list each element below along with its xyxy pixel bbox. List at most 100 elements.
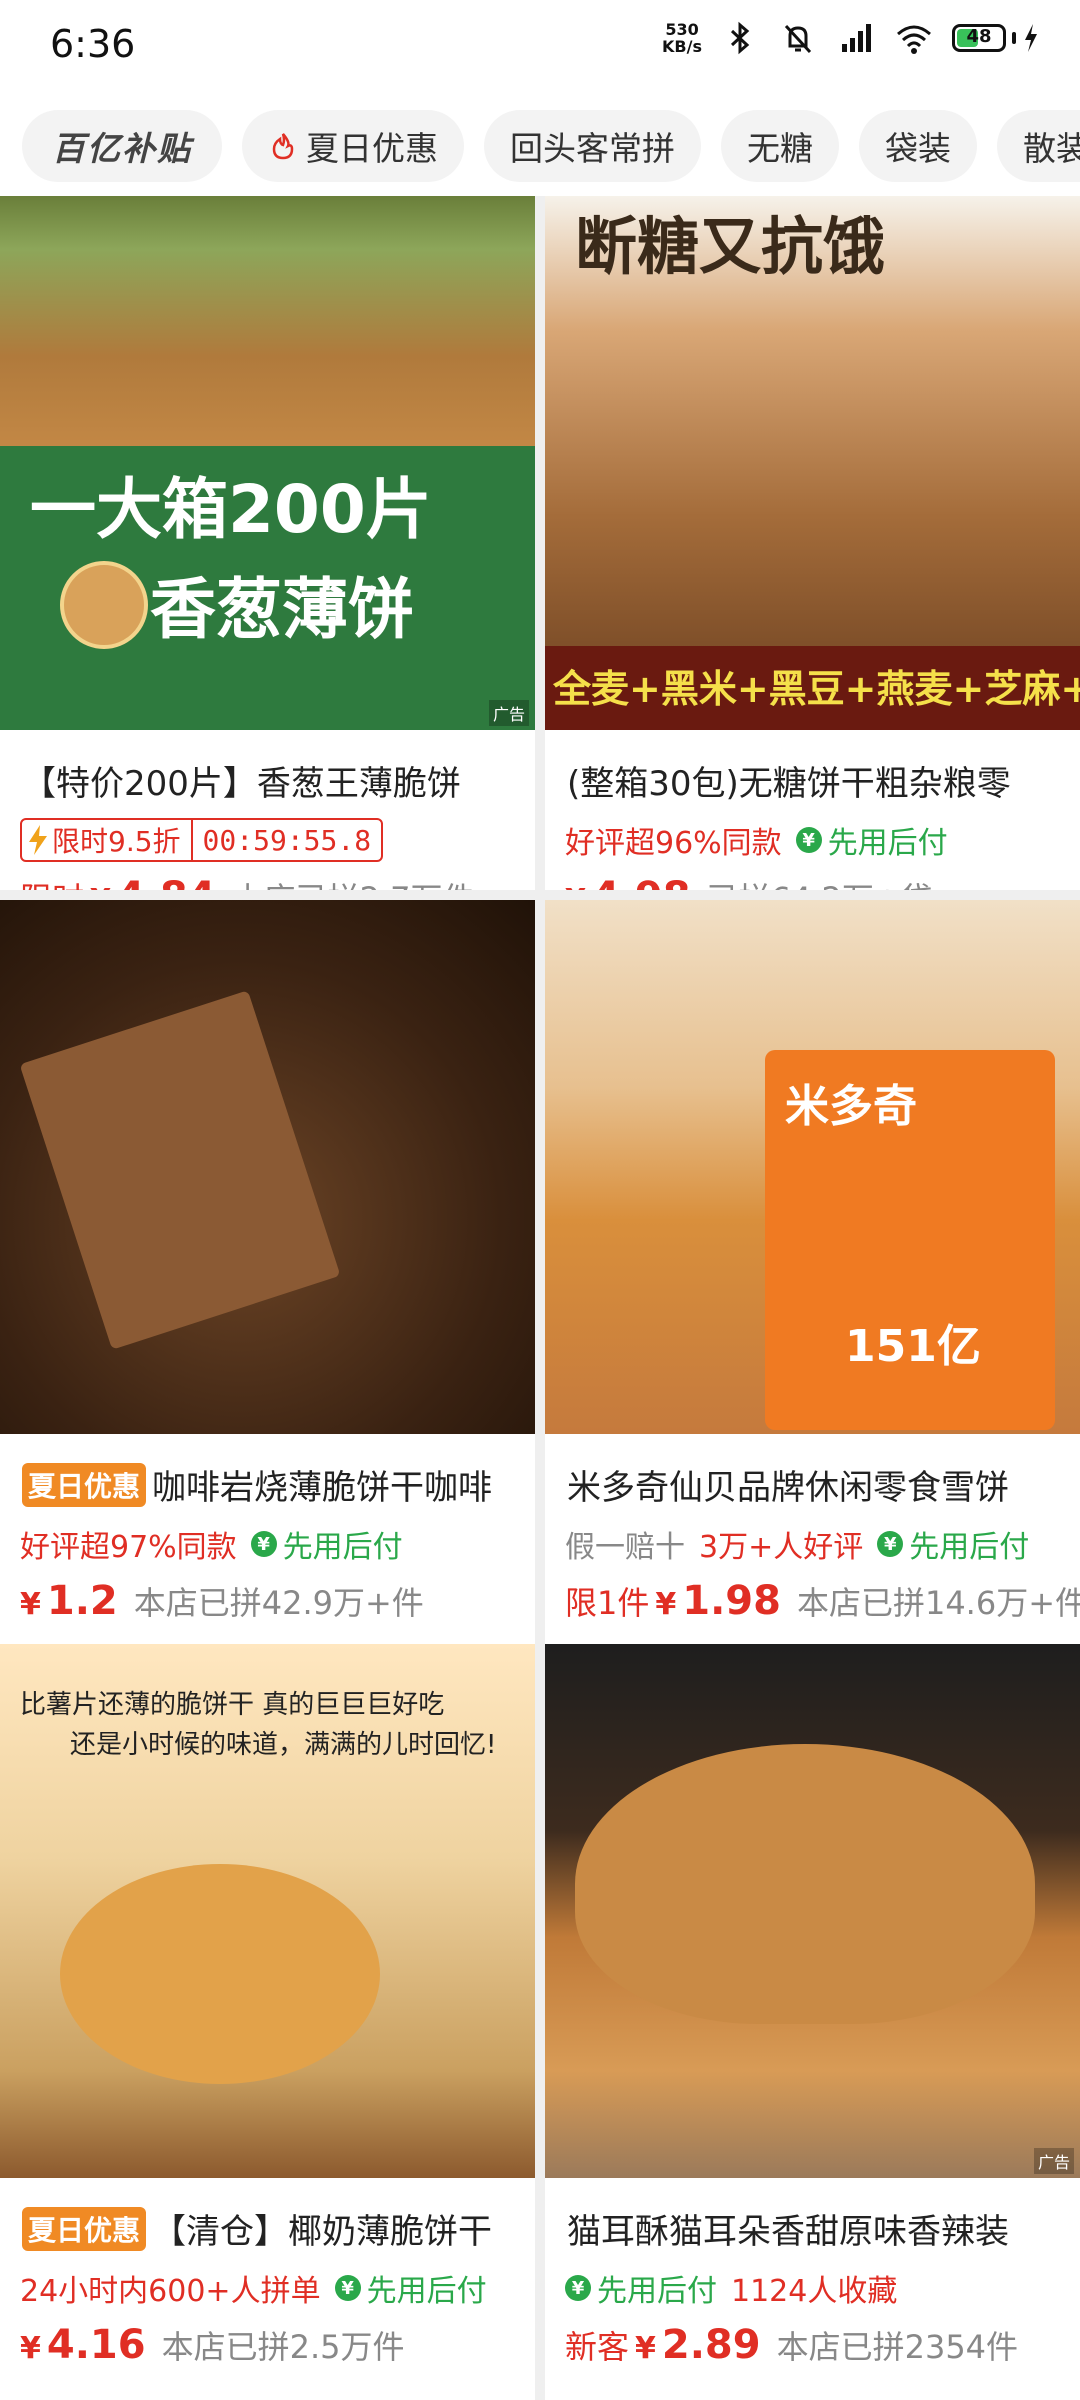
status-icons: 530 KB/s 48 — [662, 18, 1040, 58]
price-value: 4.16 — [46, 2322, 146, 2368]
signal-icon — [842, 24, 871, 52]
product-badges: ¥ 先用后付 1124人收藏 — [565, 2266, 1070, 2310]
status-time: 6:36 — [50, 22, 136, 66]
product-price-row: ¥ 4.16 本店已拼2.5万件 — [20, 2322, 525, 2368]
category-chips: 百亿补贴 夏日优惠 回头客常拼 无糖 袋装 散装 普 — [0, 100, 1080, 192]
price-prefix: 限1件 — [565, 1584, 650, 1622]
chip-label: 袋装 — [885, 129, 951, 168]
product-image: 广告 — [545, 1644, 1080, 2178]
product-price-row: ¥ 4.98 已拼64.2万+袋 — [565, 874, 1070, 890]
flash-sale-label: 限时9.5折 — [22, 820, 193, 860]
pay-later-icon: ¥ — [795, 827, 822, 853]
flash-sale-text: 限时9.5折 — [52, 825, 181, 858]
product-card[interactable]: 广告 猫耳酥猫耳朵香甜原味香辣装 ¥ 先用后付 1124人收藏 新客 ¥ 2.8… — [545, 1644, 1080, 2400]
network-speed-unit: KB/s — [662, 37, 702, 56]
product-badges: 好评超96%同款 ¥ 先用后付 — [565, 818, 1070, 862]
sold-count: 本店已拼42.9万+件 — [133, 1584, 424, 1622]
image-text: 一大箱200片 — [30, 471, 432, 548]
pay-later-badge: ¥ 先用后付 — [565, 2266, 717, 2310]
review-badge: 好评超96%同款 — [565, 826, 782, 861]
product-badges: 好评超97%同款 ¥ 先用后付 — [20, 1522, 525, 1566]
guarantee-badge: 假一赔十 — [565, 1530, 685, 1565]
pay-later-text: 先用后付 — [597, 2274, 717, 2309]
product-card[interactable]: 一大箱200片 香葱薄饼 广告 【特价200片】香葱王薄脆饼 限时9.5折 00… — [0, 196, 535, 890]
review-badge: 好评超97%同款 — [20, 1530, 237, 1565]
price-prefix: 限时 — [20, 874, 84, 890]
pay-later-icon: ¥ — [250, 1531, 277, 1557]
chip-summer-deals[interactable]: 夏日优惠 — [242, 110, 464, 182]
product-title-text: 【清仓】椰奶薄脆饼干 — [152, 2212, 493, 2252]
favorites-count: 1124人收藏 — [731, 2274, 898, 2309]
price-value: 2.89 — [661, 2322, 761, 2368]
image-text: 还是小时候的味道，满满的儿时回忆! — [70, 1730, 497, 1760]
flame-icon — [272, 133, 294, 160]
chip-sugar-free[interactable]: 无糖 — [721, 110, 839, 182]
network-speed-value: 530 — [665, 20, 699, 39]
product-image — [0, 900, 535, 1434]
sold-count: 本店已拼2.5万件 — [161, 2328, 405, 2366]
chip-label: 无糖 — [747, 129, 813, 168]
product-title: 夏日优惠 【清仓】椰奶薄脆饼干 — [22, 2204, 521, 2253]
pay-later-icon: ¥ — [877, 1531, 904, 1557]
chip-bagged[interactable]: 袋装 — [859, 110, 977, 182]
countdown-timer: 00:59:55.8 — [202, 823, 372, 857]
chip-bulk[interactable]: 散装 — [997, 110, 1080, 182]
pay-later-text: 先用后付 — [909, 1530, 1030, 1565]
bluetooth-icon — [730, 21, 750, 55]
ad-label: 广告 — [488, 700, 529, 726]
price-symbol: ¥ — [90, 883, 111, 890]
product-grid: 一大箱200片 香葱薄饼 广告 【特价200片】香葱王薄脆饼 限时9.5折 00… — [0, 196, 1080, 2400]
product-card[interactable]: 断糖又抗饿 全麦+黑米+黑豆+燕麦+芝麻+膳食纤维 (整箱30包)无糖饼干粗杂粮… — [545, 196, 1080, 890]
snack-pile-illustration — [575, 1744, 1035, 2024]
image-text: 香葱薄饼 — [150, 571, 414, 648]
wifi-icon — [897, 25, 931, 54]
battery-percent: 48 — [966, 26, 992, 47]
review-badge: 3万+人好评 — [699, 1530, 864, 1565]
product-badges: 24小时内600+人拼单 ¥ 先用后付 — [20, 2266, 525, 2310]
sold-count: 已拼64.2万+袋 — [707, 874, 933, 890]
price-symbol: ¥ — [655, 1587, 677, 1622]
product-image: 米多奇 151亿 — [545, 900, 1080, 1434]
price-prefix: 新客 — [565, 2328, 630, 2366]
price-symbol: ¥ — [20, 2331, 41, 2366]
price-value: 1.98 — [682, 1578, 781, 1624]
product-price-row: 新客 ¥ 2.89 本店已拼2354件 — [565, 2322, 1070, 2368]
price-symbol: ¥ — [20, 1587, 41, 1622]
pay-later-badge: ¥ 先用后付 — [795, 818, 948, 862]
image-text: 151亿 — [845, 1321, 981, 1372]
status-bar: 6:36 530 KB/s 48 — [0, 0, 1080, 96]
chip-label: 夏日优惠 — [306, 129, 438, 168]
ad-label: 广告 — [1033, 2148, 1074, 2174]
battery-indicator: 48 — [952, 22, 1040, 54]
price-symbol: ¥ — [565, 883, 586, 890]
pay-later-text: 先用后付 — [366, 2274, 487, 2309]
product-price-row: 限时 ¥ 4.84 本店已拼2.7万件 — [20, 874, 525, 890]
product-price-row: ¥ 1.2 本店已拼42.9万+件 — [20, 1578, 525, 1624]
pay-later-icon: ¥ — [565, 2275, 591, 2301]
chip-label: 散装 — [1023, 129, 1080, 168]
product-title-text: 咖啡岩烧薄脆饼干咖啡 — [152, 1468, 493, 1508]
chip-repeat-buyers[interactable]: 回头客常拼 — [484, 110, 701, 182]
mute-bell-icon — [784, 24, 812, 54]
sold-count: 本店已拼2.7万件 — [232, 874, 475, 890]
image-text: 断糖又抗饿 — [575, 210, 886, 283]
pay-later-badge: ¥ 先用后付 — [877, 1522, 1029, 1566]
deal-count-badge: 24小时内600+人拼单 — [20, 2274, 321, 2309]
price-value: 4.84 — [117, 874, 216, 890]
chip-billion-subsidy[interactable]: 百亿补贴 — [22, 110, 222, 182]
product-card[interactable]: 比薯片还薄的脆饼干 真的巨巨巨好吃 还是小时候的味道，满满的儿时回忆! 夏日优惠… — [0, 1644, 535, 2400]
image-text: 全麦+黑米+黑豆+燕麦+芝麻+膳食纤维 — [553, 667, 1080, 711]
battery-nub — [1012, 32, 1016, 44]
pay-later-text: 先用后付 — [827, 826, 948, 861]
product-image: 断糖又抗饿 全麦+黑米+黑豆+燕麦+芝麻+膳食纤维 — [545, 196, 1080, 730]
pay-later-icon: ¥ — [334, 2275, 361, 2301]
price-symbol: ¥ — [635, 2331, 656, 2366]
flash-sale-badge: 限时9.5折 00:59:55.8 — [20, 818, 384, 862]
cracker-illustration — [60, 561, 148, 649]
product-price-row: 限1件 ¥ 1.98 本店已拼14.6万+件 — [565, 1578, 1080, 1624]
network-speed: 530 KB/s — [662, 21, 702, 55]
image-text: 比薯片还薄的脆饼干 真的巨巨巨好吃 — [20, 1690, 445, 1720]
price-value: 1.2 — [46, 1578, 118, 1624]
product-badges: 假一赔十 3万+人好评 ¥ 先用后付 — [565, 1522, 1070, 1566]
biscuit-illustration — [19, 990, 341, 1350]
